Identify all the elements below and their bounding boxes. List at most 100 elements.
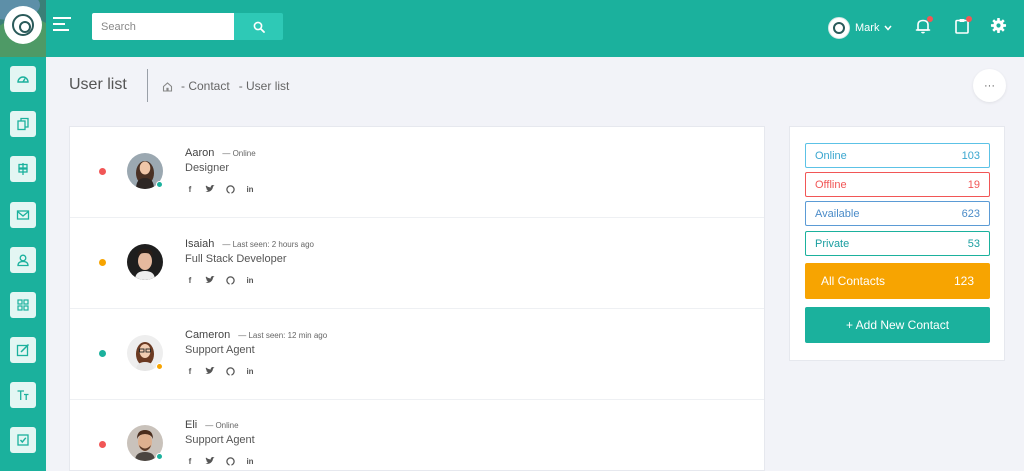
text-icon xyxy=(17,390,29,400)
grid-icon xyxy=(17,299,29,311)
checkbox-icon xyxy=(17,434,29,446)
stat-offline[interactable]: Offline 19 xyxy=(805,172,990,197)
linkedin-icon[interactable]: in xyxy=(245,366,255,376)
sidebar-item-mail[interactable] xyxy=(10,202,36,228)
facebook-icon[interactable]: f xyxy=(185,275,195,285)
user-list-card: Aaron — Online Designer f in Isaiah — La… xyxy=(69,126,765,471)
presence-indicator xyxy=(156,453,163,460)
github-icon[interactable] xyxy=(225,366,235,376)
user-name[interactable]: Eli xyxy=(185,419,197,431)
sidebar-item-text[interactable] xyxy=(10,382,36,408)
all-contacts-button[interactable]: All Contacts 123 xyxy=(805,263,990,299)
chevron-down-icon xyxy=(884,25,893,31)
user-status: — Last seen: 12 min ago xyxy=(238,331,328,340)
breadcrumb: - Contact - User list xyxy=(162,79,298,93)
contact-stats-card: Online 103 Offline 19 Available 623 Priv… xyxy=(789,126,1005,361)
add-contact-label: + Add New Contact xyxy=(845,318,950,332)
stat-label: Online xyxy=(815,149,847,162)
user-icon xyxy=(17,254,29,267)
sidebar-item-edit[interactable] xyxy=(10,337,36,363)
page-title: User list xyxy=(69,76,127,93)
edit-icon xyxy=(16,343,30,357)
all-contacts-count: 123 xyxy=(953,274,974,288)
facebook-icon[interactable]: f xyxy=(185,456,195,466)
user-menu[interactable]: Mark xyxy=(828,16,893,40)
user-status: — Online xyxy=(222,149,256,158)
add-contact-button[interactable]: + Add New Contact xyxy=(805,307,990,343)
avatar[interactable] xyxy=(127,335,163,371)
stat-count: 19 xyxy=(967,178,980,191)
github-icon[interactable] xyxy=(225,456,235,466)
bell-icon[interactable] xyxy=(914,16,933,35)
linkedin-icon[interactable]: in xyxy=(245,456,255,466)
avatar xyxy=(828,17,850,39)
user-name[interactable]: Isaiah xyxy=(185,238,214,250)
stat-private[interactable]: Private 53 xyxy=(805,231,990,256)
copy-icon xyxy=(17,117,29,131)
twitter-icon[interactable] xyxy=(205,366,215,376)
avatar[interactable] xyxy=(127,425,163,461)
list-item[interactable]: Aaron — Online Designer f in xyxy=(70,127,764,218)
presence-indicator xyxy=(156,181,163,188)
list-item[interactable]: Isaiah — Last seen: 2 hours ago Full Sta… xyxy=(70,218,764,309)
signpost-icon xyxy=(18,163,28,175)
status-dot xyxy=(99,259,106,266)
stat-label: Offline xyxy=(815,178,847,191)
stat-label: Private xyxy=(815,237,850,250)
search-button[interactable] xyxy=(234,13,283,40)
search-input[interactable] xyxy=(92,13,234,40)
notification-badge xyxy=(927,16,933,22)
all-contacts-label: All Contacts xyxy=(821,274,886,288)
github-icon[interactable] xyxy=(225,184,235,194)
mail-icon xyxy=(16,210,30,220)
gear-icon[interactable] xyxy=(990,17,1008,35)
stat-count: 53 xyxy=(967,237,980,250)
breadcrumb-contact[interactable]: - Contact xyxy=(181,79,230,93)
facebook-icon[interactable]: f xyxy=(185,184,195,194)
avatar[interactable] xyxy=(127,244,163,280)
logo-icon xyxy=(4,6,42,44)
user-role: Designer xyxy=(185,162,230,174)
user-role: Full Stack Developer xyxy=(185,253,287,265)
stat-online[interactable]: Online 103 xyxy=(805,143,990,168)
more-icon: ··· xyxy=(984,79,995,92)
divider xyxy=(147,69,148,102)
clipboard-icon[interactable] xyxy=(953,16,972,35)
list-item[interactable]: Cameron — Last seen: 12 min ago Support … xyxy=(70,309,764,400)
linkedin-icon[interactable]: in xyxy=(245,184,255,194)
menu-icon[interactable] xyxy=(53,17,71,33)
status-dot xyxy=(99,350,106,357)
dashboard-icon xyxy=(17,76,29,83)
more-options-button[interactable]: ··· xyxy=(973,69,1006,102)
avatar[interactable] xyxy=(127,153,163,189)
stat-count: 103 xyxy=(961,149,980,162)
user-status: — Last seen: 2 hours ago xyxy=(222,240,314,249)
sidebar xyxy=(0,57,46,471)
sidebar-item-dashboard[interactable] xyxy=(10,66,36,92)
home-icon[interactable] xyxy=(162,81,173,92)
twitter-icon[interactable] xyxy=(205,184,215,194)
status-dot xyxy=(99,441,106,448)
sidebar-item-signpost[interactable] xyxy=(10,156,36,182)
top-bar: Mark xyxy=(0,0,1024,57)
sidebar-item-user[interactable] xyxy=(10,247,36,273)
breadcrumb-user-list[interactable]: - User list xyxy=(239,79,290,93)
twitter-icon[interactable] xyxy=(205,275,215,285)
logo[interactable] xyxy=(0,0,46,57)
user-role: Support Agent xyxy=(185,434,255,446)
sidebar-item-copy[interactable] xyxy=(10,111,36,137)
status-dot xyxy=(99,168,106,175)
stat-label: Available xyxy=(815,207,860,220)
sidebar-item-grid[interactable] xyxy=(10,292,36,318)
facebook-icon[interactable]: f xyxy=(185,366,195,376)
stat-available[interactable]: Available 623 xyxy=(805,201,990,226)
linkedin-icon[interactable]: in xyxy=(245,275,255,285)
github-icon[interactable] xyxy=(225,275,235,285)
user-name[interactable]: Cameron xyxy=(185,329,230,341)
sidebar-item-checkbox[interactable] xyxy=(10,427,36,453)
list-item[interactable]: Eli — Online Support Agent f in xyxy=(70,400,764,470)
user-name[interactable]: Aaron xyxy=(185,147,214,159)
presence-indicator xyxy=(156,363,163,370)
search-icon xyxy=(253,21,265,33)
twitter-icon[interactable] xyxy=(205,456,215,466)
